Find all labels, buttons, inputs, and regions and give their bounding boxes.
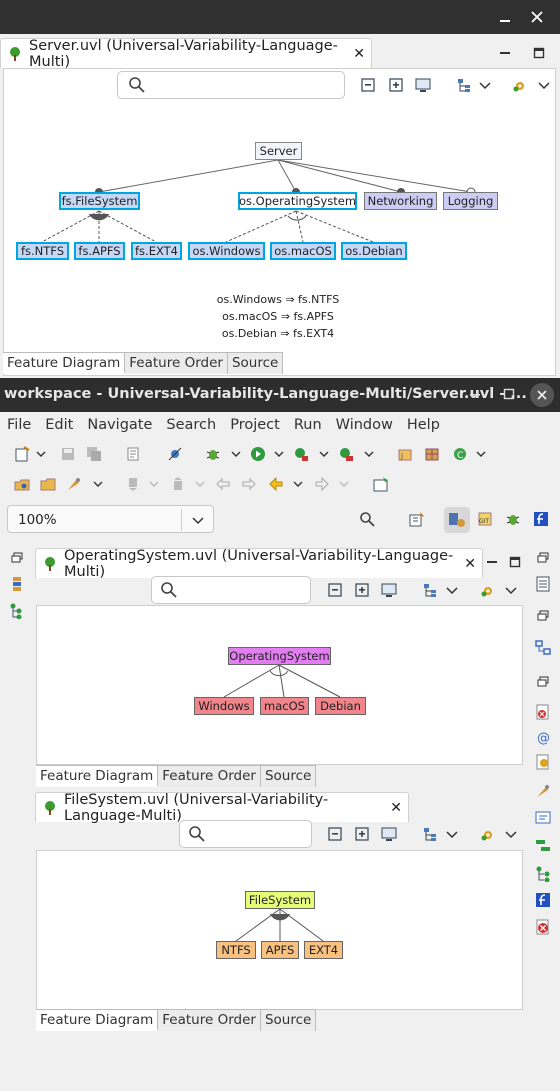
fs-diagram-edges (235, 908, 324, 942)
fs-feature-apfs[interactable]: APFS (261, 941, 299, 959)
tab-source[interactable]: Source (261, 1010, 317, 1031)
tab-feature-order[interactable]: Feature Order (158, 1010, 261, 1031)
fs-feature-ntfs[interactable]: NTFS (216, 941, 256, 959)
fs-view-tabs: Feature Diagram Feature Order Source (36, 1009, 317, 1031)
fs-feature-root[interactable]: FileSystem (245, 891, 315, 909)
tab-feature-diagram[interactable]: Feature Diagram (36, 1010, 159, 1031)
fs-feature-ext4[interactable]: EXT4 (304, 941, 343, 959)
